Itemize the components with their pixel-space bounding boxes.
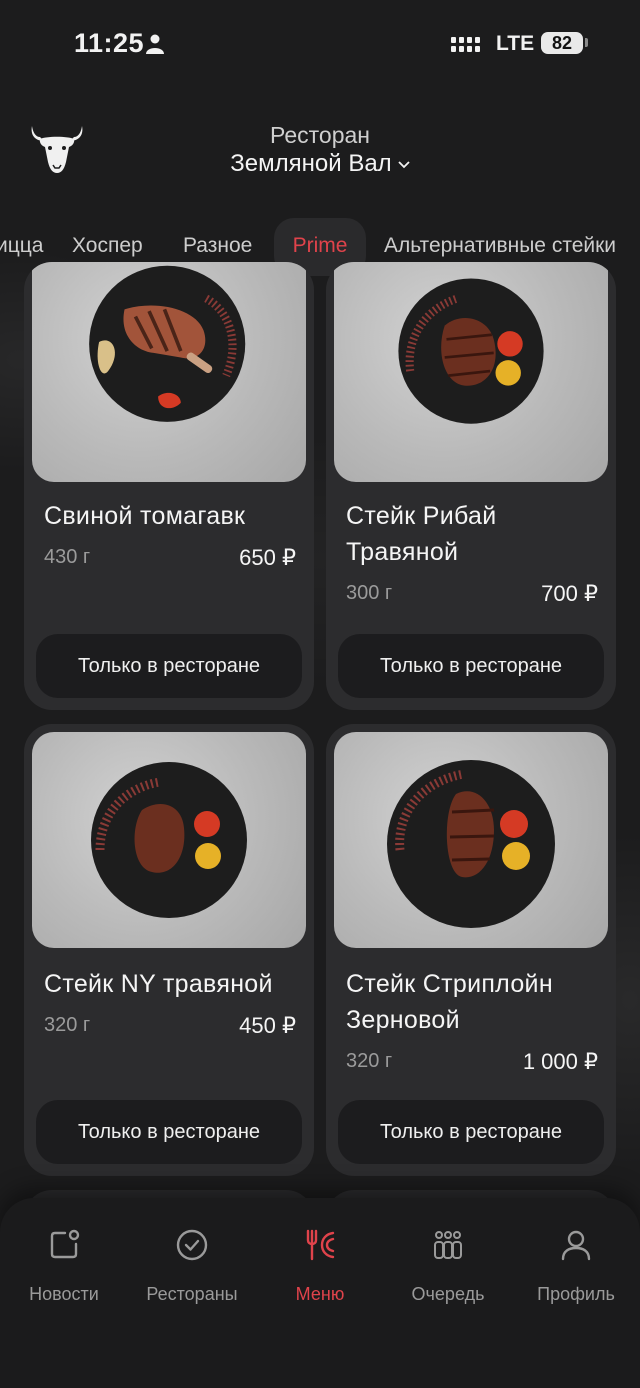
chevron-down-icon: [398, 161, 410, 168]
fork-knife-icon: [306, 1229, 335, 1261]
signal-icon: [451, 37, 480, 52]
restaurant-name: Земляной Вал: [230, 150, 392, 177]
battery-indicator: 82: [541, 32, 583, 54]
dish-image: [398, 278, 544, 424]
nav-restaurants[interactable]: Рестораны: [128, 1228, 256, 1305]
nav-news[interactable]: Новости: [0, 1228, 128, 1305]
product-name: Стейк Стриплойн Зерновой: [346, 970, 553, 1034]
nav-label: Очередь: [411, 1284, 485, 1304]
nav-label: Рестораны: [146, 1284, 238, 1304]
product-weight: 300 г: [346, 582, 393, 604]
product-weight: 430 г: [44, 546, 91, 568]
nav-menu[interactable]: Меню: [256, 1228, 384, 1305]
product-name: Стейк NY травяной: [44, 970, 273, 998]
only-in-restaurant-button[interactable]: Только в ресторане: [338, 634, 604, 698]
status-time: 11:25: [74, 28, 145, 58]
product-price: 1 000 ₽: [522, 1049, 598, 1074]
restaurant-selector[interactable]: Земляной Вал: [0, 150, 640, 178]
product-photo: [32, 262, 306, 482]
network-type: LTE: [496, 32, 535, 55]
nav-label: Меню: [295, 1284, 345, 1304]
product-photo: [334, 262, 608, 482]
only-in-restaurant-button[interactable]: Только в ресторане: [36, 1100, 302, 1164]
product-card[interactable]: Стейк Стриплойн Зерновой 320 г 1 000 ₽ Т…: [326, 724, 616, 1176]
product-photo: [32, 732, 306, 948]
dish-image: [387, 760, 555, 928]
nav-queue[interactable]: Очередь: [384, 1228, 512, 1305]
product-card[interactable]: Стейк NY травяной 320 г 450 ₽ Только в р…: [24, 724, 314, 1176]
product-photo: [334, 732, 608, 948]
news-icon: [50, 1229, 80, 1259]
person-icon: [146, 34, 164, 54]
product-weight: 320 г: [346, 1050, 393, 1072]
product-name: Свиной томагавк: [44, 502, 246, 530]
nav-label: Профиль: [537, 1284, 615, 1304]
restaurant-caption: Ресторан: [270, 122, 370, 148]
product-weight: 320 г: [44, 1014, 91, 1036]
status-bar: 11:25 LTE 82: [0, 0, 640, 90]
bottom-navigation: Новости Рестораны Меню Очередь Профиль: [0, 1198, 640, 1388]
product-name: Стейк Рибай Травяной: [346, 502, 497, 566]
product-price: 650 ₽: [239, 545, 296, 570]
battery-tip: [585, 38, 588, 47]
dish-image: [91, 762, 247, 918]
product-price: 450 ₽: [239, 1013, 296, 1038]
only-in-restaurant-button[interactable]: Только в ресторане: [338, 1100, 604, 1164]
product-card[interactable]: Стейк Рибай Травяной 300 г 700 ₽ Только …: [326, 262, 616, 710]
check-circle-icon: [176, 1229, 208, 1261]
nav-label: Новости: [29, 1284, 99, 1304]
product-card[interactable]: Свиной томагавк 430 г 650 ₽ Только в рес…: [24, 262, 314, 710]
profile-icon: [561, 1230, 591, 1261]
product-price: 700 ₽: [541, 581, 598, 606]
queue-icon: [434, 1231, 462, 1259]
nav-profile[interactable]: Профиль: [512, 1228, 640, 1305]
only-in-restaurant-button[interactable]: Только в ресторане: [36, 634, 302, 698]
dish-image: [89, 265, 246, 422]
